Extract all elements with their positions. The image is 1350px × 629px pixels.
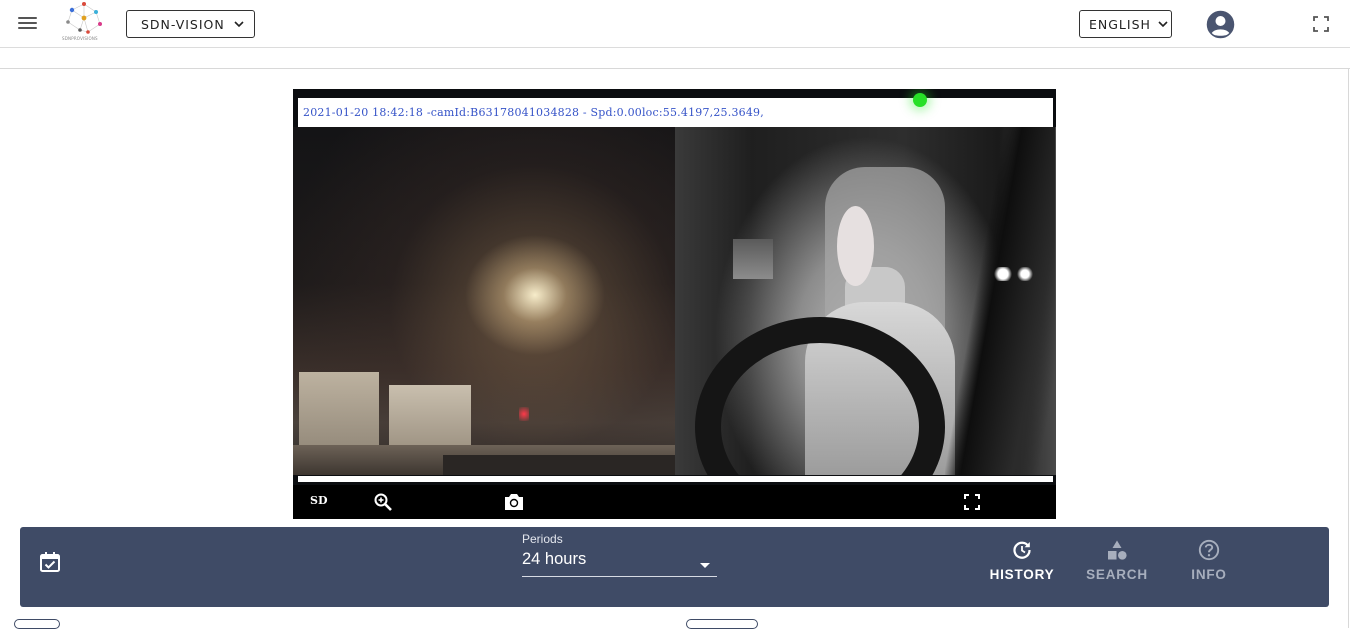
periods-select[interactable]: Periods 24 hours <box>522 532 717 577</box>
video-progress-bar[interactable] <box>298 476 1053 482</box>
video-player[interactable]: 2021-01-20 18:42:18 -camId:B631780410348… <box>293 89 1056 519</box>
search-button[interactable]: SEARCH <box>1086 539 1148 589</box>
periods-value: 24 hours <box>522 550 587 568</box>
chevron-down-icon <box>1158 21 1168 28</box>
road-camera-feed <box>293 127 675 475</box>
camera-icon[interactable] <box>503 491 525 513</box>
bottom-toolbar: Periods 24 hours HISTORY SEARCH INFO <box>20 527 1329 607</box>
panel-border <box>1348 68 1349 628</box>
driver-camera-feed <box>675 127 1056 475</box>
account-circle-icon[interactable] <box>1206 10 1235 39</box>
app-selector-label: SDN-VISION <box>141 16 225 32</box>
oncoming-headlights <box>993 267 1033 281</box>
history-label: HISTORY <box>989 567 1055 582</box>
search-label: SEARCH <box>1086 567 1148 582</box>
offscreen-control <box>14 619 60 629</box>
dropdown-arrow-icon <box>700 563 710 568</box>
help-circle-icon <box>1198 539 1220 561</box>
language-selector-label: ENGLISH <box>1089 16 1151 32</box>
video-overlay-bar: 2021-01-20 18:42:18 -camId:B631780410348… <box>298 98 1053 127</box>
car-pillar <box>945 127 1055 475</box>
live-status-indicator <box>913 93 927 107</box>
history-button[interactable]: HISTORY <box>988 539 1056 589</box>
offscreen-control <box>686 619 758 629</box>
info-button[interactable]: INFO <box>1188 539 1230 589</box>
fullscreen-icon[interactable] <box>963 493 981 511</box>
face-blur <box>837 206 874 286</box>
top-app-bar: SDNPROVISIONS SDN-VISION ENGLISH <box>0 0 1350 48</box>
info-label: INFO <box>1191 567 1227 582</box>
panel-border <box>0 68 1350 69</box>
history-icon <box>1013 541 1031 559</box>
road <box>443 455 675 475</box>
language-selector[interactable]: ENGLISH <box>1079 10 1172 38</box>
zoom-in-icon[interactable] <box>373 492 393 512</box>
video-controls-bar: SD <box>293 485 1056 519</box>
fullscreen-icon[interactable] <box>1313 16 1329 32</box>
periods-underline <box>522 576 717 577</box>
periods-label: Periods <box>522 532 563 546</box>
app-selector[interactable]: SDN-VISION <box>126 10 255 38</box>
window <box>733 239 773 279</box>
chevron-down-icon <box>234 21 244 28</box>
quality-toggle[interactable]: SD <box>310 494 327 507</box>
logo-text: SDNPROVISIONS <box>62 36 98 41</box>
hamburger-menu-icon[interactable] <box>17 14 39 32</box>
video-overlay-text: 2021-01-20 18:42:18 -camId:B631780410348… <box>303 106 764 119</box>
shapes-icon <box>1108 540 1127 560</box>
traffic-light <box>519 407 529 421</box>
calendar-check-icon[interactable] <box>38 550 62 574</box>
